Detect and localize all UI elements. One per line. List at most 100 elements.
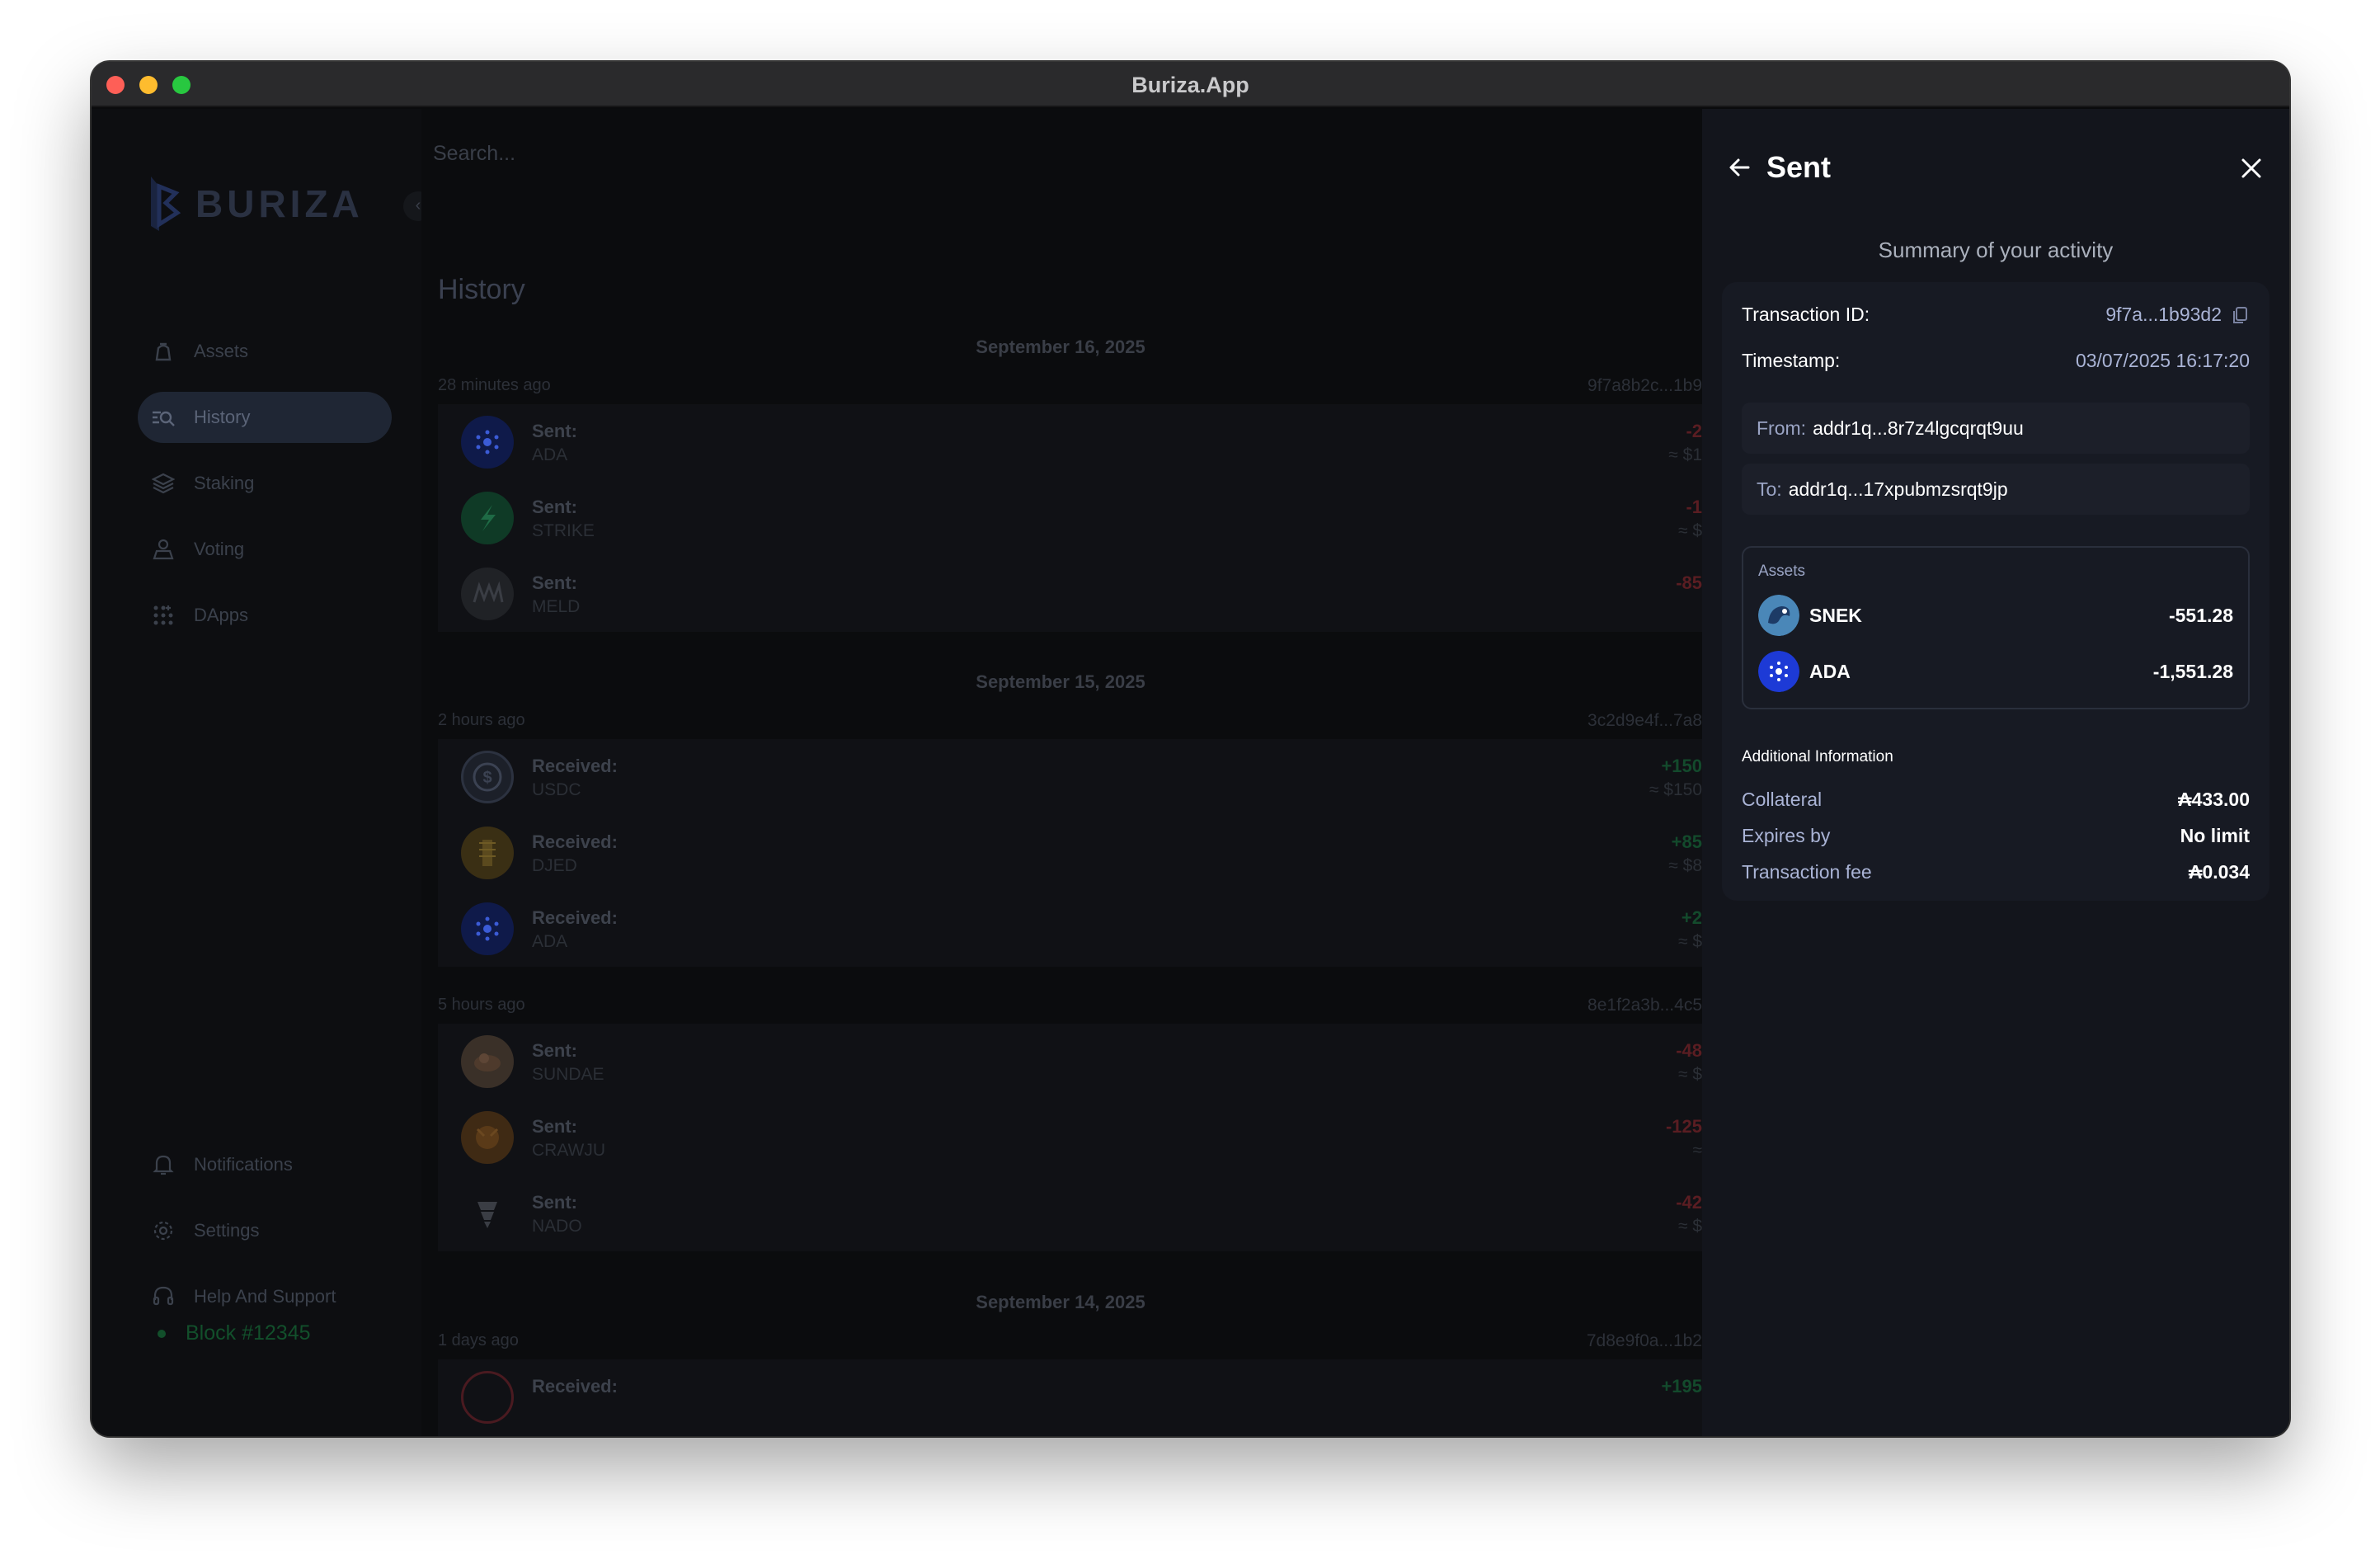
tx-symbol: ADA	[532, 445, 568, 464]
tx-fiat: ≈ $1	[1668, 445, 1702, 464]
tx-row[interactable]: Sent: NADO -42 ≈ $	[438, 1175, 1702, 1251]
tx-label: Sent:	[532, 572, 577, 593]
block-status-label: Block #12345	[186, 1321, 311, 1345]
sidebar-item-notifications[interactable]: Notifications	[138, 1139, 392, 1190]
arrow-left-icon[interactable]	[1727, 154, 1753, 181]
tx-row[interactable]: Received: +195	[438, 1359, 1702, 1435]
tx-label: Received:	[532, 756, 618, 776]
sidebar-item-settings[interactable]: Settings	[138, 1205, 392, 1256]
assets-icon	[151, 339, 176, 364]
info-value: ₳0.034	[2188, 861, 2250, 883]
date-separator: September 16, 2025	[976, 337, 1145, 357]
date-separator: September 15, 2025	[976, 671, 1145, 692]
tx-symbol: ADA	[532, 932, 568, 951]
tx-row[interactable]: Received: DJED +85 ≈ $8	[438, 815, 1702, 891]
snek-icon	[1758, 595, 1799, 636]
tx-fiat: ≈ $8	[1668, 856, 1702, 875]
nado-icon	[461, 1187, 514, 1240]
sidebar-item-label: DApps	[194, 605, 249, 625]
window-title: Buriza.App	[1131, 73, 1249, 97]
tx-fiat: ≈ $	[1677, 1217, 1702, 1236]
title-bar: Buriza.App	[92, 62, 2289, 107]
tx-hash: 8e1f2a3b...4c5	[1587, 996, 1702, 1015]
close-icon[interactable]	[2238, 155, 2265, 181]
tx-label: Received:	[532, 907, 618, 928]
search-input[interactable]: Search...	[433, 142, 515, 166]
svg-text:$: $	[482, 769, 492, 787]
assets-box: Assets SNEK -551.28 ADA -1,551.28	[1742, 546, 2250, 709]
token-icon	[461, 1371, 514, 1424]
additional-info-label: Additional Information	[1742, 748, 1893, 765]
buriza-logo-icon	[151, 177, 181, 231]
voting-icon	[151, 537, 176, 562]
dapps-icon	[151, 603, 176, 628]
tx-label: Sent:	[532, 421, 577, 441]
time-ago: 1 days ago	[438, 1331, 519, 1349]
sidebar-item-label: Notifications	[194, 1154, 293, 1175]
asset-amount: -551.28	[2168, 604, 2233, 626]
sidebar-item-voting[interactable]: Voting	[138, 524, 392, 575]
sidebar-item-staking[interactable]: Staking	[138, 458, 392, 509]
app-body: BURIZA ‹ Assets History Staking Voting D…	[92, 109, 2289, 1436]
transaction-id-row: Transaction ID: 9f7a...1b93d2	[1742, 304, 2250, 326]
to-address[interactable]: To: addr1q...17xpubmzsrqt9jp	[1742, 464, 2250, 515]
tx-amount: -1	[1686, 497, 1702, 517]
tx-symbol: DJED	[532, 856, 577, 875]
time-ago: 5 hours ago	[438, 996, 525, 1014]
transaction-id-value: 9f7a...1b93d2	[2105, 304, 2222, 325]
status-dot	[158, 1329, 166, 1338]
tx-amount: +2	[1681, 907, 1702, 928]
tx-symbol: CRAWJU	[532, 1141, 606, 1160]
assets-label: Assets	[1758, 563, 1806, 580]
tx-symbol: SUNDAE	[532, 1065, 604, 1084]
headset-icon	[151, 1284, 176, 1309]
tx-row[interactable]: Sent: MELD -85	[438, 556, 1702, 632]
sidebar-item-label: Assets	[194, 341, 249, 361]
summary-title: Summary of your activity	[1878, 238, 2114, 262]
tx-label: Sent:	[532, 497, 577, 517]
tx-hash: 9f7a8b2c...1b9	[1587, 376, 1702, 395]
tx-group[interactable]: Sent: SUNDAE -48 ≈ $ Sent: CRAWJU -125 ≈…	[438, 1024, 1702, 1251]
sidebar-item-label: Settings	[194, 1220, 260, 1241]
tx-fiat: ≈ $	[1677, 932, 1702, 951]
block-status: Block #12345	[158, 1321, 311, 1345]
tx-row[interactable]: Sent: STRIKE -1 ≈ $	[438, 480, 1702, 556]
tx-group[interactable]: Received: +195	[438, 1359, 1702, 1436]
sidebar-item-dapps[interactable]: DApps	[138, 590, 392, 641]
sidebar-item-history[interactable]: History	[138, 392, 392, 443]
sundae-icon	[461, 1035, 514, 1088]
from-value: addr1q...8r7z4lgcqrqt9uu	[1813, 417, 2024, 439]
info-value: No limit	[2180, 825, 2250, 846]
tx-amount: -85	[1676, 572, 1702, 593]
tx-row[interactable]: Received: ADA +2 ≈ $	[438, 891, 1702, 967]
asset-name: SNEK	[1809, 604, 1862, 626]
asset-row: SNEK -551.28	[1758, 594, 2233, 637]
tx-symbol: MELD	[532, 597, 581, 616]
info-label: Transaction fee	[1742, 861, 1872, 883]
tx-amount: +195	[1661, 1376, 1702, 1397]
sidebar-item-assets[interactable]: Assets	[138, 326, 392, 377]
info-row-expires: Expires by No limit	[1742, 825, 2250, 847]
tx-label: Received:	[532, 831, 618, 852]
tx-row[interactable]: Sent: CRAWJU -125 ≈	[438, 1100, 1702, 1175]
info-value: ₳433.00	[2178, 789, 2250, 810]
tx-row[interactable]: $ Received: USDC +150 ≈ $150	[438, 739, 1702, 815]
panel-title: Sent	[1766, 150, 1832, 184]
tx-row[interactable]: Sent: SUNDAE -48 ≈ $	[438, 1024, 1702, 1100]
info-row-fee: Transaction fee ₳0.034	[1742, 861, 2250, 883]
transaction-detail-panel: Sent Summary of your activity Transactio…	[1702, 109, 2289, 1436]
tx-row[interactable]: Sent: ADA -2 ≈ $1	[438, 404, 1702, 480]
tx-group[interactable]: Sent: ADA -2 ≈ $1 Sent: STRIKE -1 ≈ $ Se…	[438, 404, 1702, 632]
copy-icon[interactable]	[2230, 305, 2250, 325]
tx-amount: -2	[1686, 421, 1702, 441]
timestamp-row: Timestamp: 03/07/2025 16:17:20	[1742, 350, 2250, 372]
gear-icon	[151, 1218, 176, 1243]
tx-group[interactable]: $ Received: USDC +150 ≈ $150 Received: D…	[438, 739, 1702, 967]
timestamp-label: Timestamp:	[1742, 350, 1841, 371]
sidebar-item-help[interactable]: Help And Support	[138, 1271, 392, 1322]
tx-label: Received:	[532, 1376, 618, 1397]
from-address[interactable]: From: addr1q...8r7z4lgcqrqt9uu	[1742, 403, 2250, 454]
sidebar-item-label: History	[194, 407, 251, 427]
tx-hash: 7d8e9f0a...1b2	[1586, 1331, 1702, 1350]
page-title: History	[438, 274, 525, 305]
